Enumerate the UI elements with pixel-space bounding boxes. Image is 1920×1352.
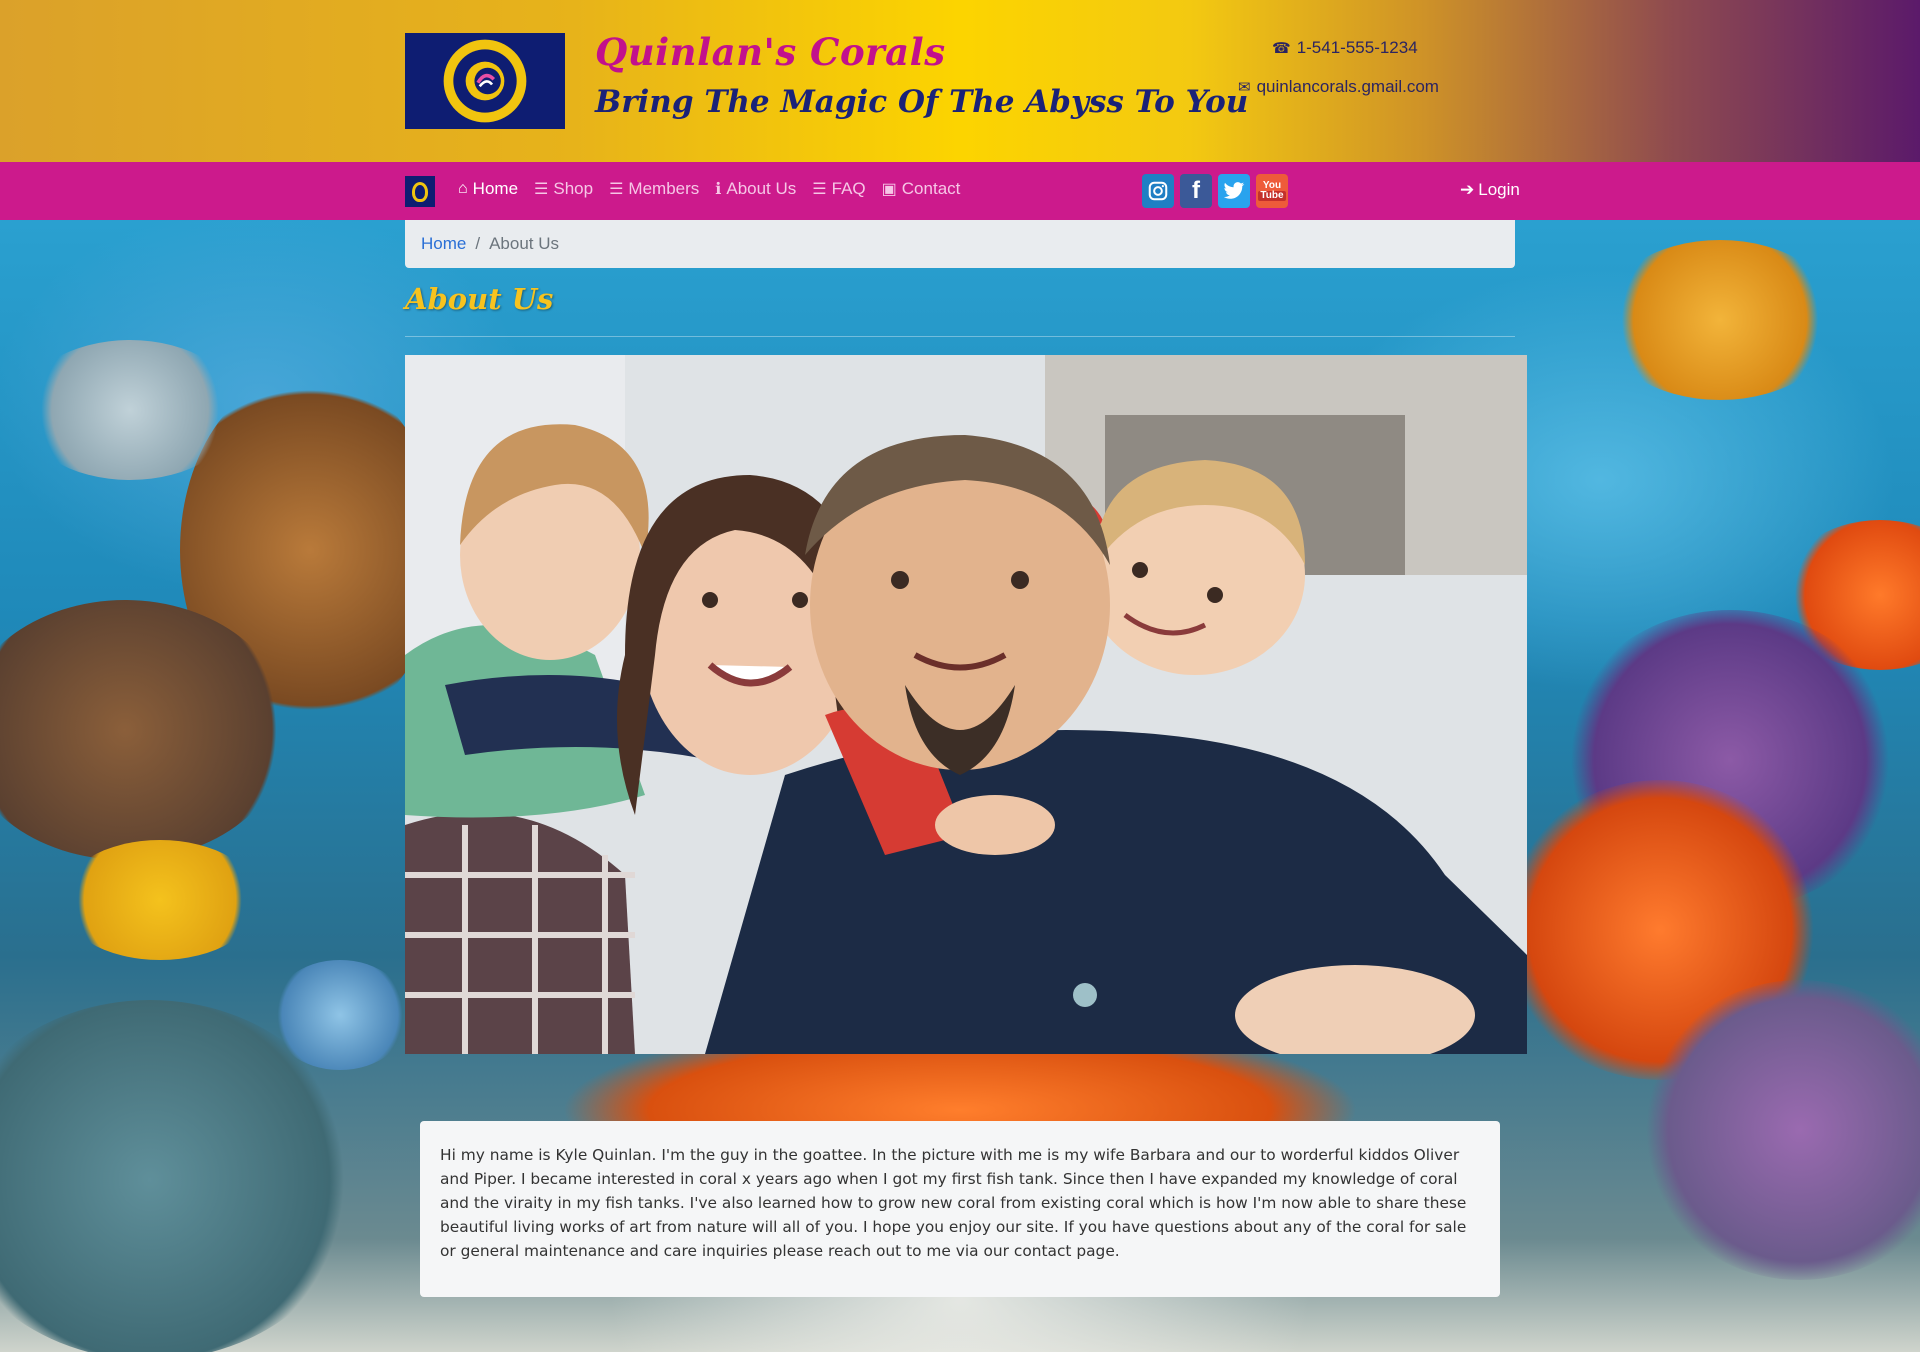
brand-tagline: Bring The Magic Of The Abyss To You xyxy=(595,84,1249,120)
email-address: quinlancorals.gmail.com xyxy=(1256,77,1439,96)
login-label: Login xyxy=(1478,180,1520,199)
phone-contact[interactable]: ☎ 1-541-555-1234 xyxy=(1272,38,1418,58)
nav-item-contact[interactable]: ▣ Contact xyxy=(882,179,961,199)
brand-title: Quinlan's Corals xyxy=(595,30,946,74)
nav-label: Shop xyxy=(553,179,594,198)
facebook-letter: f xyxy=(1192,177,1200,204)
nav-item-home[interactable]: ⌂ Home xyxy=(458,179,518,199)
nav-item-about-us[interactable]: ℹ About Us xyxy=(715,179,796,199)
sign-in-icon: ➔ xyxy=(1460,180,1475,199)
id-card-icon: ▣ xyxy=(881,181,897,198)
family-photo xyxy=(405,355,1527,1054)
nav-menu: ⌂ Home ☰ Shop ☰ Members ℹ About Us ☰ FAQ… xyxy=(458,179,960,199)
nav-label: Contact xyxy=(901,179,961,198)
nav-label: About Us xyxy=(726,179,797,198)
divider xyxy=(405,336,1515,337)
breadcrumb-home-link[interactable]: Home xyxy=(421,234,466,254)
youtube-label-bottom: Tube xyxy=(1258,190,1286,201)
nav-label: Members xyxy=(628,179,700,198)
nav-logo[interactable] xyxy=(405,176,435,207)
page-title: About Us xyxy=(405,282,554,316)
login-link[interactable]: ➔ Login xyxy=(1460,180,1520,200)
facebook-icon[interactable]: f xyxy=(1180,174,1212,208)
nav-label: Home xyxy=(472,179,519,198)
phone-icon: ☎ xyxy=(1272,40,1291,57)
list-icon: ☰ xyxy=(812,181,827,198)
info-icon: ℹ xyxy=(715,181,722,198)
coral-branch-shape xyxy=(20,340,240,480)
site-logo[interactable] xyxy=(405,33,565,129)
goldfish-shape xyxy=(1600,240,1840,400)
breadcrumb-separator: / xyxy=(475,234,481,253)
social-links: f You Tube xyxy=(1142,174,1288,208)
main-navbar: ⌂ Home ☰ Shop ☰ Members ℹ About Us ☰ FAQ… xyxy=(0,162,1920,220)
logo-seal-icon xyxy=(443,39,527,123)
phone-number: 1-541-555-1234 xyxy=(1296,38,1418,57)
bio-text: Hi my name is Kyle Quinlan. I'm the guy … xyxy=(440,1146,1467,1260)
family-photo-illustration xyxy=(405,355,1527,1054)
site-header: Quinlan's Corals Bring The Magic Of The … xyxy=(0,0,1920,162)
nav-item-shop[interactable]: ☰ Shop xyxy=(534,179,593,199)
email-contact[interactable]: ✉ quinlancorals.gmail.com xyxy=(1238,77,1439,97)
isopod-shape xyxy=(270,960,410,1070)
nav-item-faq[interactable]: ☰ FAQ xyxy=(812,179,865,199)
breadcrumb: Home / About Us xyxy=(405,220,1515,268)
home-icon: ⌂ xyxy=(458,180,468,197)
twitter-icon[interactable] xyxy=(1218,174,1250,208)
list-icon: ☰ xyxy=(609,181,624,198)
envelope-icon: ✉ xyxy=(1238,79,1251,96)
list-icon: ☰ xyxy=(534,181,549,198)
nav-label: FAQ xyxy=(831,179,866,198)
breadcrumb-current: About Us xyxy=(489,234,560,253)
bio-card: Hi my name is Kyle Quinlan. I'm the guy … xyxy=(420,1121,1500,1297)
youtube-icon[interactable]: You Tube xyxy=(1256,174,1288,208)
instagram-icon[interactable] xyxy=(1142,174,1174,208)
nav-item-members[interactable]: ☰ Members xyxy=(609,179,699,199)
yellow-fish-shape xyxy=(60,840,260,960)
